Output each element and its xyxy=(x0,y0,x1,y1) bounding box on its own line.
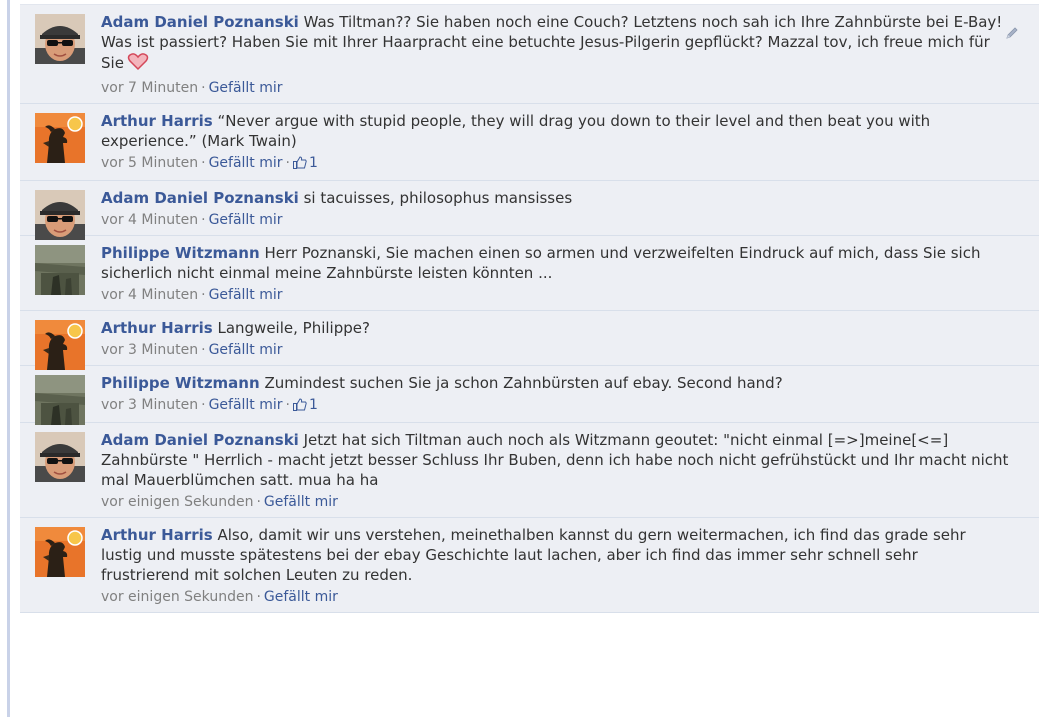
avatar[interactable] xyxy=(35,432,85,482)
comment-author[interactable]: Adam Daniel Poznanski xyxy=(101,13,299,31)
like-link[interactable]: Gefällt mir xyxy=(209,212,283,228)
meta-separator: · xyxy=(256,589,261,605)
like-count-value: 1 xyxy=(309,397,318,413)
thumbs-up-icon xyxy=(293,156,307,174)
comment: Philippe Witzmann Zumindest suchen Sie j… xyxy=(20,366,1039,425)
comment-meta: vor einigen Sekunden · Gefällt mir xyxy=(101,493,1009,511)
like-count-value: 1 xyxy=(309,155,318,171)
meta-separator: · xyxy=(201,80,206,96)
meta-separator: · xyxy=(201,155,206,171)
meta-separator: · xyxy=(201,397,206,413)
meta-separator: · xyxy=(285,155,290,171)
comment-timestamp[interactable]: vor 3 Minuten xyxy=(101,397,198,413)
like-count[interactable]: 1 xyxy=(293,397,318,413)
comment-meta: vor 5 Minuten · Gefällt mir · 1 xyxy=(101,154,1009,174)
comment-body: Philippe Witzmann Herr Poznanski, Sie ma… xyxy=(101,243,1009,283)
comment: Adam Daniel Poznanski si tacuisses, phil… xyxy=(20,181,1039,240)
comment-body: Philippe Witzmann Zumindest suchen Sie j… xyxy=(101,373,1009,393)
comment-author[interactable]: Adam Daniel Poznanski xyxy=(101,189,299,207)
avatar[interactable] xyxy=(35,320,85,370)
meta-separator: · xyxy=(201,287,206,303)
meta-separator: · xyxy=(201,212,206,228)
like-link[interactable]: Gefällt mir xyxy=(209,397,283,413)
avatar[interactable] xyxy=(35,375,85,425)
comment-meta: vor 4 Minuten · Gefällt mir xyxy=(101,286,1009,304)
comment-author[interactable]: Philippe Witzmann xyxy=(101,374,260,392)
comment-timestamp[interactable]: vor 4 Minuten xyxy=(101,212,198,228)
comment-body: Adam Daniel Poznanski si tacuisses, phil… xyxy=(101,188,1009,208)
comment: Arthur Harris “Never argue with stupid p… xyxy=(20,104,1039,181)
comment-list: Adam Daniel Poznanski Was Tiltman?? Sie … xyxy=(20,4,1039,613)
like-link[interactable]: Gefällt mir xyxy=(209,342,283,358)
comment-timestamp[interactable]: vor 5 Minuten xyxy=(101,155,198,171)
comment-text: si tacuisses, philosophus mansisses xyxy=(303,189,573,207)
comment: Adam Daniel Poznanski Jetzt hat sich Til… xyxy=(20,423,1039,518)
avatar[interactable] xyxy=(35,527,85,577)
pencil-icon[interactable] xyxy=(1005,25,1019,45)
comment-body: Arthur Harris “Never argue with stupid p… xyxy=(101,111,1009,151)
meta-separator: · xyxy=(256,494,261,510)
like-link[interactable]: Gefällt mir xyxy=(209,80,283,96)
comment-body: Arthur Harris Also, damit wir uns verste… xyxy=(101,525,1009,585)
comment-timestamp[interactable]: vor 4 Minuten xyxy=(101,287,198,303)
comment-timestamp[interactable]: vor 3 Minuten xyxy=(101,342,198,358)
comment-timestamp[interactable]: vor 7 Minuten xyxy=(101,80,198,96)
comment: Philippe Witzmann Herr Poznanski, Sie ma… xyxy=(20,236,1039,311)
comment-text: Also, damit wir uns verstehen, meinethal… xyxy=(101,526,966,584)
meta-separator: · xyxy=(285,397,290,413)
comment-author[interactable]: Arthur Harris xyxy=(101,112,213,130)
like-link[interactable]: Gefällt mir xyxy=(209,287,283,303)
heart-icon xyxy=(127,52,149,76)
like-link[interactable]: Gefällt mir xyxy=(209,155,283,171)
comment-author[interactable]: Arthur Harris xyxy=(101,319,213,337)
avatar[interactable] xyxy=(35,113,85,163)
thumbs-up-icon xyxy=(293,398,307,416)
avatar[interactable] xyxy=(35,14,85,64)
meta-separator: · xyxy=(201,342,206,358)
like-link[interactable]: Gefällt mir xyxy=(264,589,338,605)
comment-meta: vor 3 Minuten · Gefällt mir · 1 xyxy=(101,396,1009,416)
comment-text: Zumindest suchen Sie ja schon Zahnbürste… xyxy=(264,374,783,392)
comment: Adam Daniel Poznanski Was Tiltman?? Sie … xyxy=(20,4,1039,104)
comment-meta: vor 7 Minuten · Gefällt mir xyxy=(101,79,1009,97)
comment: Arthur Harris Langweile, Philippe? vor 3 … xyxy=(20,311,1039,370)
comment-author[interactable]: Philippe Witzmann xyxy=(101,244,260,262)
comment-author[interactable]: Arthur Harris xyxy=(101,526,213,544)
comment: Arthur Harris Also, damit wir uns verste… xyxy=(20,518,1039,613)
comment-author[interactable]: Adam Daniel Poznanski xyxy=(101,431,299,449)
like-link[interactable]: Gefällt mir xyxy=(264,494,338,510)
comment-meta: vor einigen Sekunden · Gefällt mir xyxy=(101,588,1009,606)
comment-meta: vor 4 Minuten · Gefällt mir xyxy=(101,211,1009,229)
comment-text: “Never argue with stupid people, they wi… xyxy=(101,112,931,150)
avatar[interactable] xyxy=(35,245,85,295)
comment-timestamp[interactable]: vor einigen Sekunden xyxy=(101,589,253,605)
comment-meta: vor 3 Minuten · Gefällt mir xyxy=(101,341,1009,359)
comment-body: Adam Daniel Poznanski Jetzt hat sich Til… xyxy=(101,430,1009,490)
like-count[interactable]: 1 xyxy=(293,155,318,171)
avatar[interactable] xyxy=(35,190,85,240)
comment-body: Adam Daniel Poznanski Was Tiltman?? Sie … xyxy=(101,12,1009,76)
comment-timestamp[interactable]: vor einigen Sekunden xyxy=(101,494,253,510)
comment-body: Arthur Harris Langweile, Philippe? xyxy=(101,318,1009,338)
thread-left-border xyxy=(7,0,10,717)
comment-text: Langweile, Philippe? xyxy=(217,319,370,337)
